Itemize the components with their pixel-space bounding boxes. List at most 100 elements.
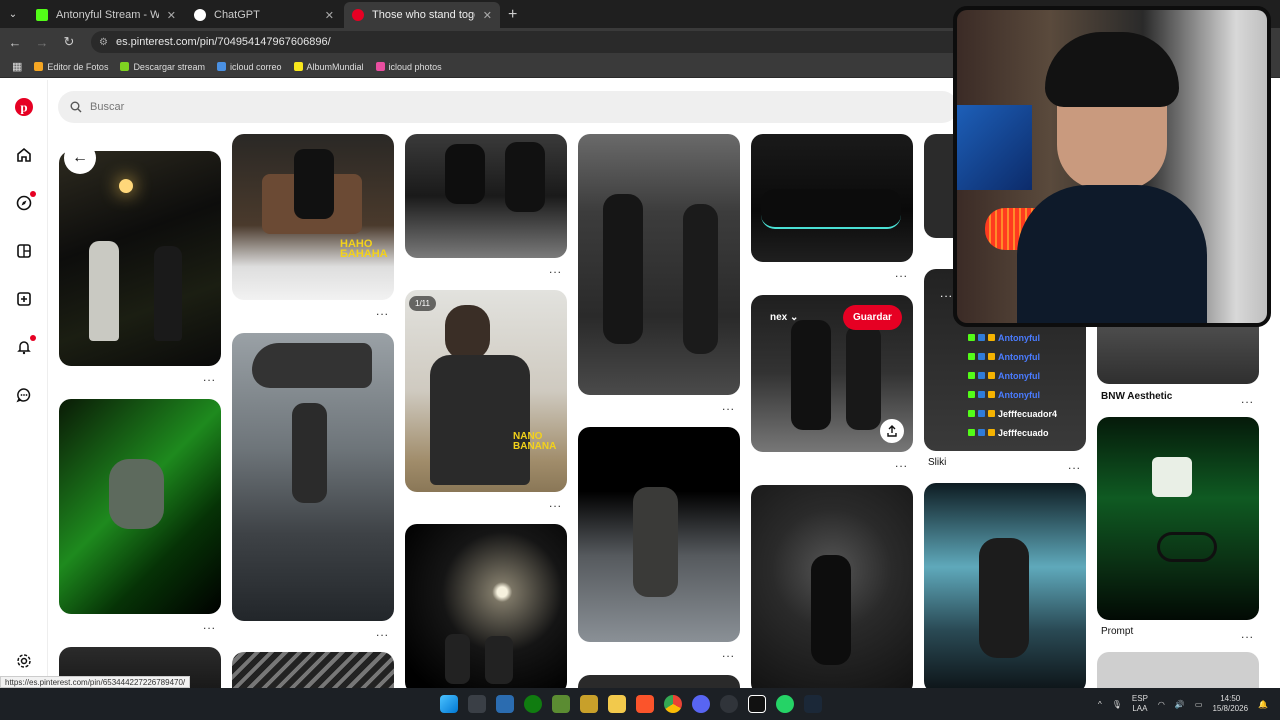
create-icon[interactable] (14, 289, 34, 309)
tab-title: Those who stand together. (372, 9, 475, 21)
show-hidden-icons-icon[interactable]: ^ (1098, 700, 1102, 709)
notifications-icon[interactable] (14, 335, 36, 357)
notifications-bell-icon[interactable]: 🔔 (1258, 700, 1268, 709)
tab-kick[interactable]: Antonyful Stream - Watch Live ✕ (28, 2, 184, 28)
pin-card[interactable]: NANO BANANA (405, 290, 567, 492)
kick-badge-icon (968, 353, 975, 360)
pin-image (252, 343, 372, 388)
pin-card[interactable] (232, 333, 394, 621)
link-hover-status-bar: https://es.pinterest.com/pin/65344422722… (0, 676, 191, 688)
pin-image (1152, 457, 1192, 497)
apps-grid-icon[interactable]: ▦ (12, 60, 22, 73)
site-info-icon[interactable]: ⚙ (99, 37, 108, 48)
home-icon[interactable] (14, 145, 34, 165)
bookmark-albummundial[interactable]: AlbumMundial (293, 62, 364, 72)
chatgpt-favicon-icon (194, 9, 206, 21)
pin-card[interactable] (59, 151, 221, 366)
notification-dot (30, 191, 36, 197)
brave-icon[interactable] (636, 695, 654, 713)
windows-start-icon[interactable] (440, 695, 458, 713)
chat-username: Antonyful (998, 389, 1040, 400)
messages-icon[interactable] (14, 385, 34, 405)
pin-more-icon[interactable]: ... (1241, 627, 1254, 641)
new-tab-button[interactable]: + (500, 2, 525, 28)
chrome-icon[interactable] (664, 695, 682, 713)
xbox-icon[interactable] (524, 695, 542, 713)
reload-icon[interactable]: ↻ (57, 34, 81, 50)
pin-more-icon[interactable]: ... (1241, 392, 1254, 406)
file-explorer-icon[interactable] (608, 695, 626, 713)
pin-card[interactable] (751, 134, 913, 262)
pin-card[interactable] (1097, 417, 1259, 620)
share-icon (887, 425, 897, 437)
share-button[interactable] (880, 419, 904, 443)
pin-card[interactable] (232, 652, 394, 688)
back-button[interactable]: ← (64, 142, 96, 174)
pin-card[interactable] (405, 524, 567, 688)
pin-more-icon[interactable]: ... (549, 496, 562, 510)
game-launcher-icon[interactable] (580, 695, 598, 713)
volume-icon[interactable]: 🔊 (1175, 700, 1185, 709)
url-bar[interactable]: ⚙ es.pinterest.com/pin/70495414796760689… (91, 31, 971, 53)
whatsapp-icon[interactable] (776, 695, 794, 713)
input-language[interactable]: ESP LAA (1132, 694, 1148, 714)
pin-card[interactable] (59, 399, 221, 614)
explore-icon[interactable] (14, 191, 36, 213)
pin-more-icon[interactable]: ... (376, 304, 389, 318)
pin-card[interactable] (405, 134, 567, 258)
forward-icon[interactable]: → (30, 35, 54, 50)
bookmark-icloud-correo[interactable]: icloud correo (216, 62, 282, 72)
close-tab-icon[interactable]: ✕ (483, 9, 492, 22)
store-icon[interactable] (496, 695, 514, 713)
pin-card[interactable] (578, 675, 740, 688)
clock[interactable]: 14:50 15/8/2026 (1212, 694, 1248, 714)
tab-search-chevron-icon[interactable]: ⌄ (0, 0, 26, 28)
pinterest-logo-icon[interactable]: p (14, 97, 34, 117)
bookmark-icloud-photos[interactable]: icloud photos (375, 62, 442, 72)
back-icon[interactable]: ← (3, 35, 27, 50)
pinterest-favicon-icon (352, 9, 364, 21)
pin-more-icon[interactable]: ... (203, 370, 216, 384)
pin-more-icon[interactable]: ... (722, 646, 735, 660)
save-button[interactable]: Guardar (843, 305, 902, 330)
wifi-icon[interactable]: ◠ (1158, 700, 1165, 709)
pin-card[interactable] (924, 483, 1086, 688)
steam-icon[interactable] (804, 695, 822, 713)
pin-image (294, 149, 334, 219)
settings-icon[interactable] (14, 651, 34, 671)
close-tab-icon[interactable]: ✕ (167, 9, 176, 22)
chat-username: Antonyful (998, 351, 1040, 362)
pin-card[interactable] (751, 485, 913, 688)
tab-chatgpt[interactable]: ChatGPT ✕ (186, 2, 342, 28)
capcut-icon[interactable] (748, 695, 766, 713)
pin-more-icon[interactable]: ... (895, 456, 908, 470)
svg-text:p: p (20, 100, 27, 115)
microphone-icon[interactable]: 🎙 (1112, 700, 1122, 709)
task-view-icon[interactable] (468, 695, 486, 713)
pin-more-icon[interactable]: ... (722, 399, 735, 413)
close-tab-icon[interactable]: ✕ (325, 9, 334, 22)
pin-card[interactable]: HAHO БAHAHA (232, 134, 394, 300)
boards-icon[interactable] (14, 241, 34, 261)
bookmark-editor-fotos[interactable]: Editor de Fotos (34, 62, 108, 72)
discord-icon[interactable] (692, 695, 710, 713)
pin-more-icon[interactable]: ... (376, 625, 389, 639)
obs-icon[interactable] (720, 695, 738, 713)
mod-badge-icon (978, 391, 985, 398)
pin-more-icon[interactable]: ... (1068, 458, 1081, 472)
search-input[interactable]: Buscar (58, 91, 958, 123)
pin-more-icon[interactable]: ... (940, 286, 953, 300)
board-selector-dropdown[interactable]: nex ⌄ (770, 312, 798, 323)
tab-pinterest[interactable]: Those who stand together. ✕ (344, 2, 500, 28)
minecraft-icon[interactable] (552, 695, 570, 713)
pin-card[interactable] (578, 134, 740, 395)
pin-more-icon[interactable]: ... (203, 618, 216, 632)
url-text: es.pinterest.com/pin/704954147967606896/ (115, 36, 331, 48)
battery-icon[interactable]: ▭ (1195, 700, 1203, 709)
pin-card[interactable] (578, 427, 740, 642)
pin-more-icon[interactable]: ... (549, 262, 562, 276)
taskbar-apps (440, 688, 822, 720)
pin-more-icon[interactable]: ... (895, 266, 908, 280)
pin-card[interactable] (1097, 652, 1259, 688)
bookmark-descargar-stream[interactable]: Descargar stream (120, 62, 205, 72)
